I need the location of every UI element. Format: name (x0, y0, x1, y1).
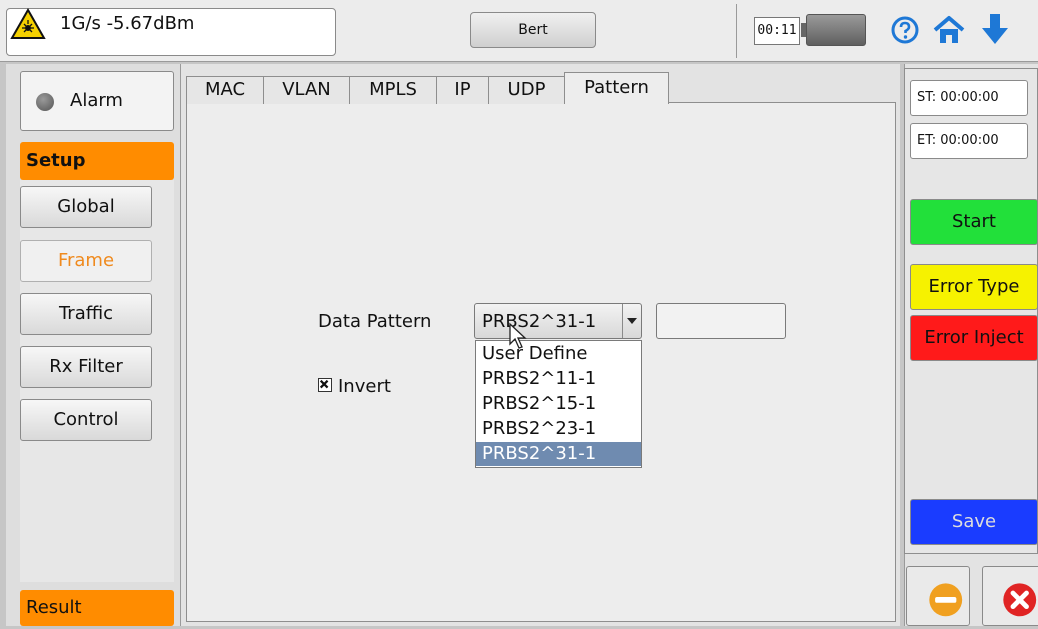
close-button[interactable] (982, 566, 1038, 626)
result-label: Result (26, 597, 82, 618)
tab-udp[interactable]: UDP (488, 76, 565, 104)
chevron-down-icon[interactable] (627, 318, 637, 324)
alarm-led-icon (36, 93, 54, 111)
battery-icon (806, 14, 866, 46)
user-define-input[interactable] (656, 303, 786, 339)
end-time-display: ET: 00:00:00 (910, 123, 1028, 159)
dropdown-option-prbs-23[interactable]: PRBS2^23-1 (476, 417, 641, 441)
dropdown-option-user-define[interactable]: User Define (476, 342, 641, 366)
bert-mode-button[interactable]: Bert (470, 12, 596, 48)
start-time-display: ST: 00:00:00 (910, 80, 1028, 116)
close-icon (1003, 583, 1037, 617)
nav-frame-button[interactable]: Frame (20, 240, 152, 282)
data-pattern-selected-value: PRBS2^31-1 (482, 311, 597, 332)
tab-pattern[interactable]: Pattern (564, 72, 669, 104)
checkmark-icon (319, 379, 329, 389)
start-button[interactable]: Start (910, 199, 1038, 245)
error-inject-button[interactable]: Error Inject (910, 315, 1038, 361)
help-icon[interactable] (890, 15, 920, 45)
home-icon[interactable] (932, 15, 966, 45)
nav-global-button[interactable]: Global (20, 186, 152, 228)
select-divider (622, 304, 623, 338)
tab-vlan[interactable]: VLAN (263, 76, 350, 104)
dropdown-option-prbs-15[interactable]: PRBS2^15-1 (476, 392, 641, 416)
tab-mac[interactable]: MAC (186, 76, 264, 104)
error-type-button[interactable]: Error Type (910, 264, 1038, 310)
dropdown-option-prbs-11[interactable]: PRBS2^11-1 (476, 367, 641, 391)
data-pattern-label: Data Pattern (318, 311, 432, 332)
alarm-label: Alarm (70, 90, 123, 111)
minus-icon (929, 583, 963, 617)
toolbar-divider (736, 4, 737, 58)
invert-label: Invert (338, 376, 391, 397)
tab-mpls[interactable]: MPLS (349, 76, 437, 104)
nav-control-button[interactable]: Control (20, 399, 152, 441)
down-arrow-icon[interactable] (980, 12, 1010, 46)
tab-strip-line (669, 102, 896, 103)
clock-display: 00:11 (754, 17, 800, 45)
dropdown-option-prbs-31[interactable]: PRBS2^31-1 (476, 442, 641, 466)
nav-rx-filter-button[interactable]: Rx Filter (20, 346, 152, 388)
mouse-cursor-icon (509, 322, 527, 349)
signal-status-text: 1G/s -5.67dBm (60, 13, 195, 34)
save-button[interactable]: Save (910, 499, 1038, 545)
setup-label: Setup (26, 150, 86, 171)
tab-ip[interactable]: IP (436, 76, 489, 104)
minimize-button[interactable] (906, 566, 970, 626)
laser-warning-icon (10, 8, 46, 39)
invert-checkbox[interactable] (318, 378, 332, 392)
nav-traffic-button[interactable]: Traffic (20, 293, 152, 335)
